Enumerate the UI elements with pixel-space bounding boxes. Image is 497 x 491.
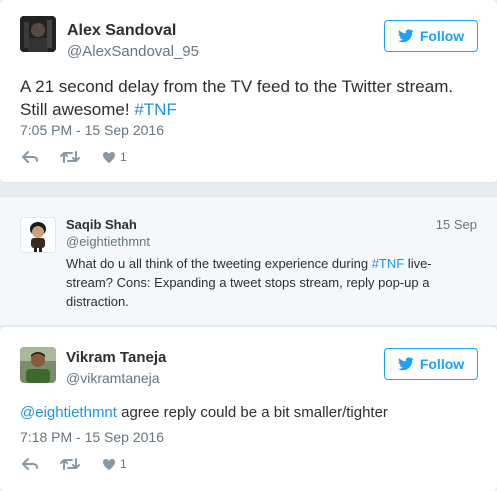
avatar[interactable] [20,217,56,253]
retweet-button[interactable] [60,150,80,164]
tweet-text: A 21 second delay from the TV feed to th… [20,75,480,121]
tweet-text-body: agree reply could be a bit smaller/tight… [116,404,388,421]
follow-button[interactable]: Follow [384,348,478,380]
like-heart-icon [103,458,115,470]
hashtag-link[interactable]: #TNF [372,256,405,271]
retweet-icon [60,151,80,163]
like-count: 1 [120,457,127,471]
tweet-actions: 1 [22,150,149,164]
username[interactable]: @eightiethmnt [66,234,150,249]
hashtag-link[interactable]: #TNF [134,100,177,119]
display-name[interactable]: Vikram Taneja [66,349,166,366]
follow-button[interactable]: Follow [384,20,478,52]
tweet-card: Vikram Taneja @vikramtaneja Follow @eigh… [0,327,497,491]
twitter-bird-icon [397,29,414,43]
tweet-date[interactable]: 15 Sep [436,217,477,232]
reply-icon [22,458,38,470]
twitter-bird-icon [397,357,414,371]
like-heart-icon [103,151,115,163]
retweet-button[interactable] [60,457,80,471]
username[interactable]: @AlexSandoval_95 [67,43,199,60]
reply-button[interactable] [22,457,38,471]
follow-label: Follow [419,356,465,372]
like-button[interactable]: 1 [102,457,127,471]
mention-link[interactable]: @eightiethmnt [20,404,117,421]
display-name[interactable]: Alex Sandoval [67,22,176,40]
like-count: 1 [120,150,127,164]
timestamp[interactable]: 7:05 PM - 15 Sep 2016 [20,122,164,138]
tweet-text: What do u all think of the tweeting expe… [66,254,476,311]
avatar[interactable] [20,347,56,383]
tweet-text: @eightiethmnt agree reply could be a bit… [20,403,480,423]
reply-button[interactable] [22,150,38,164]
avatar[interactable] [20,16,56,52]
tweet-card: Saqib Shah @eightiethmnt 15 Sep What do … [0,196,497,326]
display-name[interactable]: Saqib Shah [66,217,137,232]
like-button[interactable]: 1 [102,150,127,164]
reply-icon [22,151,38,163]
timestamp[interactable]: 7:18 PM - 15 Sep 2016 [20,429,164,445]
tweet-card: Alex Sandoval @AlexSandoval_95 Follow A … [0,0,497,183]
follow-label: Follow [419,28,465,44]
username[interactable]: @vikramtaneja [66,370,160,386]
tweet-text-body: A 21 second delay from the TV feed to th… [20,77,454,119]
tweet-actions: 1 [22,457,149,471]
retweet-icon [60,458,80,470]
tweet-text-body: What do u all think of the tweeting expe… [66,256,372,271]
